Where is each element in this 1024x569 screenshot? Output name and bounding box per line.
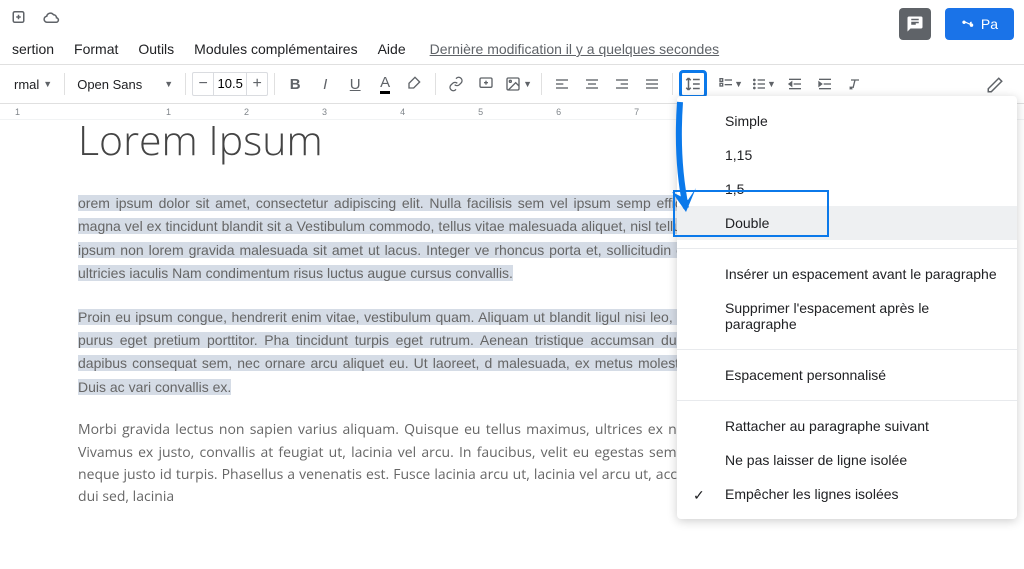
add-to-drive-icon[interactable] xyxy=(10,7,30,27)
font-size-stepper[interactable]: − 10.5 + xyxy=(192,72,268,96)
text-color-button[interactable]: A xyxy=(371,70,399,98)
insert-image-button[interactable]: ▼ xyxy=(502,70,535,98)
no-orphan-line[interactable]: Ne pas laisser de ligne isolée xyxy=(677,443,1017,477)
menu-bar: sertion Format Outils Modules complément… xyxy=(0,34,1024,64)
checklist-button[interactable]: ▼ xyxy=(715,70,746,98)
clear-formatting-button[interactable] xyxy=(841,70,869,98)
line-spacing-dropdown: Simple 1,15 1,5 Double Insérer un espace… xyxy=(677,96,1017,519)
comments-button[interactable] xyxy=(899,8,931,40)
add-comment-button[interactable] xyxy=(472,70,500,98)
bullet-list-button[interactable]: ▼ xyxy=(748,70,779,98)
prevent-orphans[interactable]: ✓Empêcher les lignes isolées xyxy=(677,477,1017,511)
spacing-115[interactable]: 1,15 xyxy=(677,138,1017,172)
paragraph-style-select[interactable]: rmal▼ xyxy=(8,77,58,92)
decrease-indent-button[interactable] xyxy=(781,70,809,98)
menu-outils[interactable]: Outils xyxy=(130,37,182,61)
spacing-15[interactable]: 1,5 xyxy=(677,172,1017,206)
menu-aide[interactable]: Aide xyxy=(370,37,414,61)
menu-insertion[interactable]: sertion xyxy=(4,37,62,61)
increase-indent-button[interactable] xyxy=(811,70,839,98)
font-select[interactable]: Open Sans▼ xyxy=(71,77,179,92)
spacing-simple[interactable]: Simple xyxy=(677,104,1017,138)
align-left-button[interactable] xyxy=(548,70,576,98)
highlight-color-button[interactable] xyxy=(401,70,429,98)
last-modification[interactable]: Dernière modification il y a quelques se… xyxy=(430,41,720,57)
increase-font-icon[interactable]: + xyxy=(247,73,267,95)
spacing-double[interactable]: Double xyxy=(677,206,1017,240)
line-spacing-button[interactable] xyxy=(679,70,707,98)
keep-with-next[interactable]: Rattacher au paragraphe suivant xyxy=(677,409,1017,443)
custom-spacing[interactable]: Espacement personnalisé xyxy=(677,358,1017,392)
share-label: Pa xyxy=(981,16,998,32)
remove-space-after[interactable]: Supprimer l'espacement après le paragrap… xyxy=(677,291,1017,341)
menu-format[interactable]: Format xyxy=(66,37,126,61)
menu-modules[interactable]: Modules complémentaires xyxy=(186,37,365,61)
editing-mode-icon[interactable] xyxy=(986,76,1004,94)
insert-link-button[interactable] xyxy=(442,70,470,98)
decrease-font-icon[interactable]: − xyxy=(193,73,213,95)
cloud-status-icon[interactable] xyxy=(42,7,62,27)
share-button[interactable]: Pa xyxy=(945,8,1014,40)
align-right-button[interactable] xyxy=(608,70,636,98)
bold-button[interactable]: B xyxy=(281,70,309,98)
align-center-button[interactable] xyxy=(578,70,606,98)
underline-button[interactable]: U xyxy=(341,70,369,98)
font-size-value[interactable]: 10.5 xyxy=(213,73,247,95)
insert-space-before[interactable]: Insérer un espacement avant le paragraph… xyxy=(677,257,1017,291)
align-justify-button[interactable] xyxy=(638,70,666,98)
italic-button[interactable]: I xyxy=(311,70,339,98)
